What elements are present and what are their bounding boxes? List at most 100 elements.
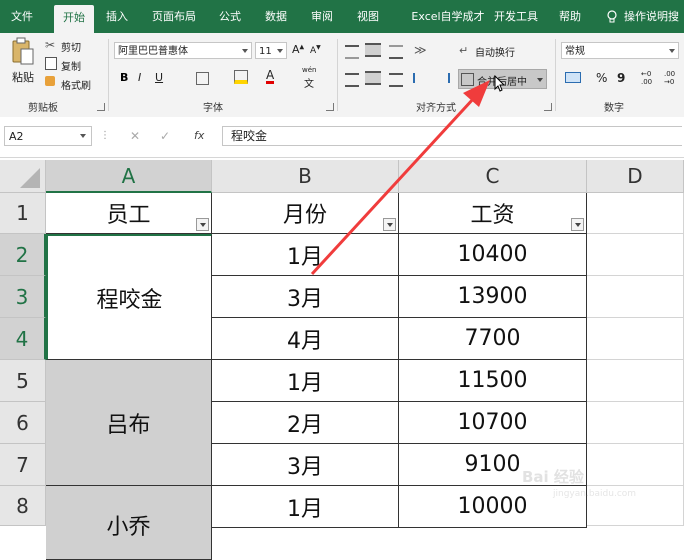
cell-b7[interactable]: 3月 [212, 444, 399, 486]
tab-insert[interactable]: 插入 [100, 6, 134, 33]
cell-c2[interactable]: 10400 [399, 234, 587, 276]
cell-d3[interactable] [587, 276, 684, 318]
phonetic-guide-button[interactable]: wén [302, 66, 316, 74]
bold-button[interactable]: B [120, 71, 128, 84]
clipboard-launcher-icon[interactable] [97, 103, 105, 111]
cell-d1[interactable] [587, 193, 684, 234]
formula-input[interactable]: 程咬金 [222, 126, 682, 146]
name-box[interactable]: A2 [4, 126, 92, 146]
column-header-c[interactable]: C [399, 160, 587, 193]
filter-dropdown-icon[interactable] [383, 218, 396, 231]
cell-d5[interactable] [587, 360, 684, 402]
cell-b6[interactable]: 2月 [212, 402, 399, 444]
comma-button[interactable]: 9 [617, 71, 625, 85]
tab-formulas[interactable]: 公式 [212, 6, 248, 33]
column-header-b[interactable]: B [212, 160, 399, 193]
wrap-text-icon[interactable]: ↵ [459, 44, 468, 57]
align-left-icon[interactable] [345, 73, 359, 87]
tab-help[interactable]: 帮助 [554, 6, 586, 33]
format-painter-button[interactable]: 格式刷 [61, 77, 91, 92]
tab-excel-zixue[interactable]: Excel自学成才 [396, 6, 500, 33]
row-header-5[interactable]: 5 [0, 360, 46, 402]
align-center-icon[interactable] [365, 71, 381, 85]
tab-home[interactable]: 开始 [54, 5, 94, 33]
merged-cell-a2-a4[interactable]: 程咬金 [46, 234, 212, 360]
tab-file[interactable]: 文件 [6, 6, 38, 33]
font-color-icon[interactable]: A [266, 69, 275, 84]
column-header-a[interactable]: A [46, 160, 212, 193]
enter-icon[interactable]: ✓ [160, 129, 170, 143]
cell-b8[interactable]: 1月 [212, 486, 399, 528]
tab-view[interactable]: 视图 [350, 6, 386, 33]
header-cell-month[interactable]: 月份 [212, 193, 399, 234]
header-cell-salary[interactable]: 工资 [399, 193, 587, 234]
chevron-down-icon[interactable] [537, 78, 543, 82]
scissors-icon[interactable]: ✂ [45, 38, 55, 52]
row-header-6[interactable]: 6 [0, 402, 46, 444]
cell-d7[interactable] [587, 444, 684, 486]
tab-data[interactable]: 数据 [258, 6, 294, 33]
tab-developer[interactable]: 开发工具 [488, 6, 544, 33]
cell-c6[interactable]: 10700 [399, 402, 587, 444]
row-header-1[interactable]: 1 [0, 193, 46, 234]
align-right-icon[interactable] [389, 73, 403, 87]
cell-c4[interactable]: 7700 [399, 318, 587, 360]
cell-b4[interactable]: 4月 [212, 318, 399, 360]
decrease-decimal-button[interactable]: .00 →0 [664, 70, 682, 86]
increase-decimal-button[interactable]: ←0 .00 [641, 70, 659, 86]
font-launcher-icon[interactable] [326, 103, 334, 111]
paste-label[interactable]: 粘贴 [12, 69, 34, 85]
currency-icon[interactable] [565, 72, 581, 83]
row-header-4[interactable]: 4 [0, 318, 46, 360]
number-format-select[interactable]: 常规 [561, 42, 679, 59]
tab-review[interactable]: 审阅 [304, 6, 340, 33]
filter-dropdown-icon[interactable] [571, 218, 584, 231]
format-painter-icon[interactable] [45, 76, 55, 86]
cell-d2[interactable] [587, 234, 684, 276]
alignment-launcher-icon[interactable] [544, 103, 552, 111]
increase-font-icon[interactable]: A▲ [292, 43, 304, 56]
decrease-font-icon[interactable]: A▼ [310, 44, 321, 56]
percent-button[interactable]: % [596, 71, 607, 85]
tell-me-search[interactable]: 操作说明搜 [624, 6, 684, 33]
font-name-select[interactable]: 阿里巴巴普惠体 [114, 42, 252, 59]
fill-color-icon[interactable] [234, 70, 248, 84]
italic-button[interactable]: I [138, 71, 141, 84]
row-header-8[interactable]: 8 [0, 486, 46, 526]
merged-cell-a5-a7[interactable]: 吕布 [46, 360, 212, 486]
copy-icon[interactable] [45, 57, 57, 70]
paste-icon[interactable] [10, 37, 36, 71]
filter-dropdown-icon[interactable] [196, 218, 209, 231]
increase-indent-icon[interactable] [434, 73, 450, 83]
orientation-icon[interactable]: ≫ [414, 43, 427, 57]
column-header-d[interactable]: D [587, 160, 684, 193]
row-header-7[interactable]: 7 [0, 444, 46, 486]
tab-page-layout[interactable]: 页面布局 [146, 6, 202, 33]
drag-handle-icon[interactable]: ⋮ [100, 130, 110, 141]
row-header-2[interactable]: 2 [0, 234, 46, 276]
cell-b2[interactable]: 1月 [212, 234, 399, 276]
align-bottom-icon[interactable] [389, 45, 403, 59]
cell-b3[interactable]: 3月 [212, 276, 399, 318]
cell-b5[interactable]: 1月 [212, 360, 399, 402]
number-group-label: 数字 [604, 103, 624, 114]
copy-button[interactable]: 复制 [61, 58, 81, 73]
cell-c5[interactable]: 11500 [399, 360, 587, 402]
wrap-text-button[interactable]: 自动换行 [475, 44, 515, 59]
border-icon[interactable] [196, 72, 209, 85]
select-all-corner[interactable] [0, 160, 46, 193]
decrease-indent-icon[interactable] [413, 73, 429, 83]
align-middle-icon[interactable] [365, 43, 381, 57]
font-size-select[interactable]: 11 [255, 42, 287, 59]
insert-function-icon[interactable]: fx [194, 129, 204, 142]
align-top-icon[interactable] [345, 45, 359, 59]
underline-button[interactable]: U [155, 71, 163, 84]
header-cell-employee[interactable]: 员工 [46, 193, 212, 234]
cell-c3[interactable]: 13900 [399, 276, 587, 318]
cell-d4[interactable] [587, 318, 684, 360]
row-header-3[interactable]: 3 [0, 276, 46, 318]
cut-button[interactable]: 剪切 [61, 39, 81, 54]
cell-d6[interactable] [587, 402, 684, 444]
merged-cell-a8[interactable]: 小乔 [46, 486, 212, 560]
cancel-icon[interactable]: ✕ [130, 129, 140, 143]
